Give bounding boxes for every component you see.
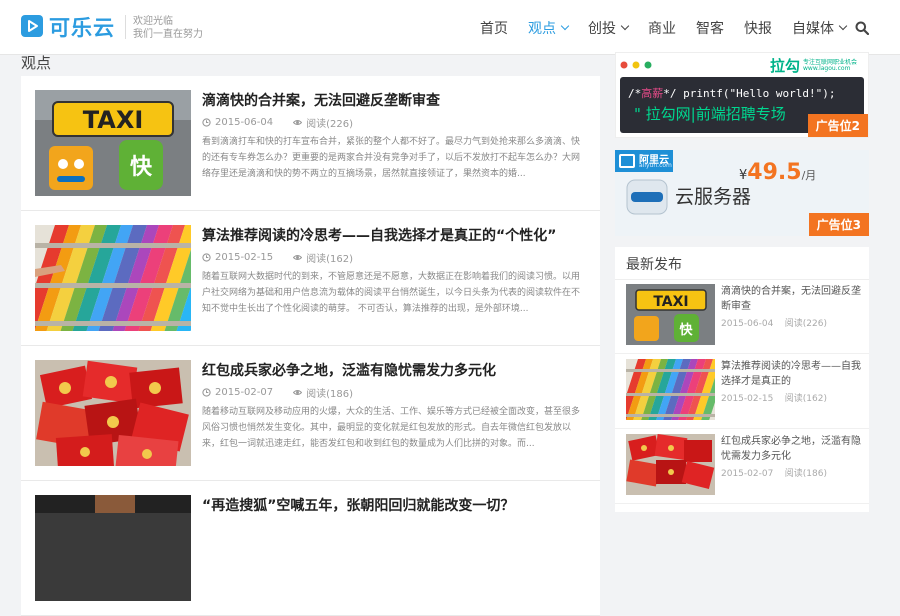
lagou-code-line: /*高薪*/ printf("Hello world!"); (628, 87, 836, 100)
eye-icon (293, 120, 303, 125)
chevron-down-icon (560, 21, 570, 30)
latest-post-thumbnail[interactable] (626, 434, 715, 495)
article-title[interactable]: “再造搜狐”空喊五年，张朝阳回归就能改变一切？ (202, 495, 514, 515)
eye-icon (293, 390, 303, 395)
article-meta: 2015-06-04 阅读(226) (202, 115, 353, 130)
nav-item-venture[interactable]: 创投 (588, 18, 630, 38)
latest-post-item[interactable]: TAXI 快 滴滴快的合并案，无法回避反垄断审查 2015-06-04 阅读(2… (615, 280, 869, 354)
aliyun-logo-icon (619, 154, 635, 168)
ad-aliyun[interactable]: 阿里云 aliyun.com 云服务器 ¥49.5/月 广告位3 (615, 150, 869, 236)
article-thumbnail-red-envelopes[interactable] (35, 360, 191, 466)
lagou-brand: 拉勾 (770, 57, 801, 75)
logo-divider (125, 15, 126, 39)
article-thumbnail-taxi[interactable]: TAXI 快 (35, 90, 191, 196)
article-views: 阅读(162) (306, 254, 354, 265)
nav-item-news-flash[interactable]: 快报 (744, 18, 772, 38)
chevron-down-icon (620, 21, 630, 30)
article-views: 阅读(186) (306, 389, 354, 400)
article-list: TAXI 快 滴滴快的合并案，无法回避反垄断审查 2015-06-04 阅读(2… (21, 76, 600, 616)
nav-item-business[interactable]: 商业 (648, 18, 676, 38)
slogan: 欢迎光临 我们一直在努力 (133, 15, 203, 41)
nav-item-home[interactable]: 首页 (480, 18, 508, 38)
latest-post-meta: 2015-02-07 阅读(186) (721, 469, 827, 479)
clock-icon (202, 253, 211, 262)
ad-lagou[interactable]: 拉勾 专注互联网职业机会 www.lagou.com /*高薪*/ printf… (615, 52, 869, 138)
latest-post-thumbnail[interactable] (626, 359, 715, 420)
ad-badge: 广告位3 (808, 213, 869, 236)
search-icon[interactable] (855, 21, 869, 35)
slogan-line2: 我们一直在努力 (133, 29, 203, 40)
main-nav: 首页 观点 创投 商业 智客 快报 自媒体 (470, 0, 856, 55)
article-meta: 2015-02-15 阅读(162) (202, 250, 353, 265)
chevron-down-icon (838, 21, 848, 30)
latest-post-title[interactable]: 滴滴快的合并案，无法回避反垄断审查 (721, 284, 861, 314)
eye-icon (293, 255, 303, 260)
latest-posts-title: 最新发布 (626, 257, 682, 273)
latest-post-item[interactable]: 红包成兵家必争之地，泛滥有隐忧需发力多元化 2015-02-07 阅读(186) (615, 430, 869, 504)
article-item: TAXI 快 滴滴快的合并案，无法回避反垄断审查 2015-06-04 阅读(2… (21, 76, 600, 211)
article-item: 红包成兵家必争之地，泛滥有隐忧需发力多元化 2015-02-07 阅读(186)… (21, 346, 600, 481)
latest-post-item[interactable]: 算法推荐阅读的冷思考——自我选择才是真正的 2015-02-15 阅读(162) (615, 355, 869, 429)
article-thumbnail-bookshelf[interactable] (35, 225, 191, 331)
article-date: 2015-02-07 (215, 387, 274, 398)
aliyun-brand-url: aliyun.com (639, 162, 672, 169)
article-views: 阅读(226) (306, 119, 354, 130)
latest-post-title[interactable]: 红包成兵家必争之地，泛滥有隐忧需发力多元化 (721, 434, 861, 464)
article-title[interactable]: 红包成兵家必争之地，泛滥有隐忧需发力多元化 (202, 360, 496, 380)
lagou-headline: " 拉勾网|前端招聘专场 (634, 105, 786, 123)
latest-posts-widget: 最新发布 TAXI 快 滴滴快的合并案，无法回避反垄断审查 2015-06-04… (615, 247, 869, 512)
slogan-line1: 欢迎光临 (133, 16, 173, 27)
article-title[interactable]: 滴滴快的合并案，无法回避反垄断审查 (202, 90, 440, 110)
article-title[interactable]: 算法推荐阅读的冷思考——自我选择才是真正的“个性化” (202, 225, 556, 245)
article-date: 2015-02-15 (215, 252, 274, 263)
article-item: 算法推荐阅读的冷思考——自我选择才是真正的“个性化” 2015-02-15 阅读… (21, 211, 600, 346)
lagou-brand-url: www.lagou.com (803, 65, 851, 72)
article-date: 2015-06-04 (215, 117, 274, 128)
article-meta: 2015-02-07 阅读(186) (202, 385, 353, 400)
aliyun-product: 云服务器 (675, 186, 752, 208)
section-title: 观点 (21, 54, 52, 72)
latest-post-meta: 2015-02-15 阅读(162) (721, 394, 827, 404)
logo-play-icon[interactable] (21, 15, 43, 37)
ad-badge: 广告位2 (807, 114, 868, 137)
article-item: “再造搜狐”空喊五年，张朝阳回归就能改变一切？ (21, 481, 600, 616)
clock-icon (202, 118, 211, 127)
article-thumbnail-sohu[interactable] (35, 495, 191, 601)
latest-post-meta: 2015-06-04 阅读(226) (721, 319, 827, 329)
article-summary: 随着移动互联网及移动应用的火爆，大众的生活、工作、娱乐等方式已经被全面改变，甚至… (202, 407, 581, 449)
logo-text[interactable]: 可乐云 (49, 12, 115, 42)
site-header: 可乐云 欢迎光临 我们一直在努力 首页 观点 创投 商业 智客 快报 自媒体 (0, 0, 900, 55)
clock-icon (202, 388, 211, 397)
kuai-logo-text: 快 (679, 322, 693, 338)
latest-post-thumbnail[interactable]: TAXI 快 (626, 284, 715, 345)
kuai-logo-text: 快 (130, 155, 153, 180)
latest-post-title[interactable]: 算法推荐阅读的冷思考——自我选择才是真正的 (721, 359, 861, 389)
taxi-sign-text: TAXI (653, 294, 688, 310)
article-summary: 随着互联网大数据时代的到来，不管愿意还是不愿意，大数据正在影响着我们的阅读习惯。… (202, 272, 581, 314)
article-summary: 看到滴滴打车和快的打车宣布合并，紧张的整个人都不好了。最尽力气到处抢来那么多滴滴… (202, 137, 581, 179)
nav-item-viewpoint[interactable]: 观点 (528, 18, 570, 38)
aliyun-price: ¥49.5/月 (739, 160, 817, 185)
nav-item-self-media[interactable]: 自媒体 (792, 18, 848, 38)
taxi-sign-text: TAXI (83, 106, 144, 134)
nav-item-zhike[interactable]: 智客 (696, 18, 724, 38)
